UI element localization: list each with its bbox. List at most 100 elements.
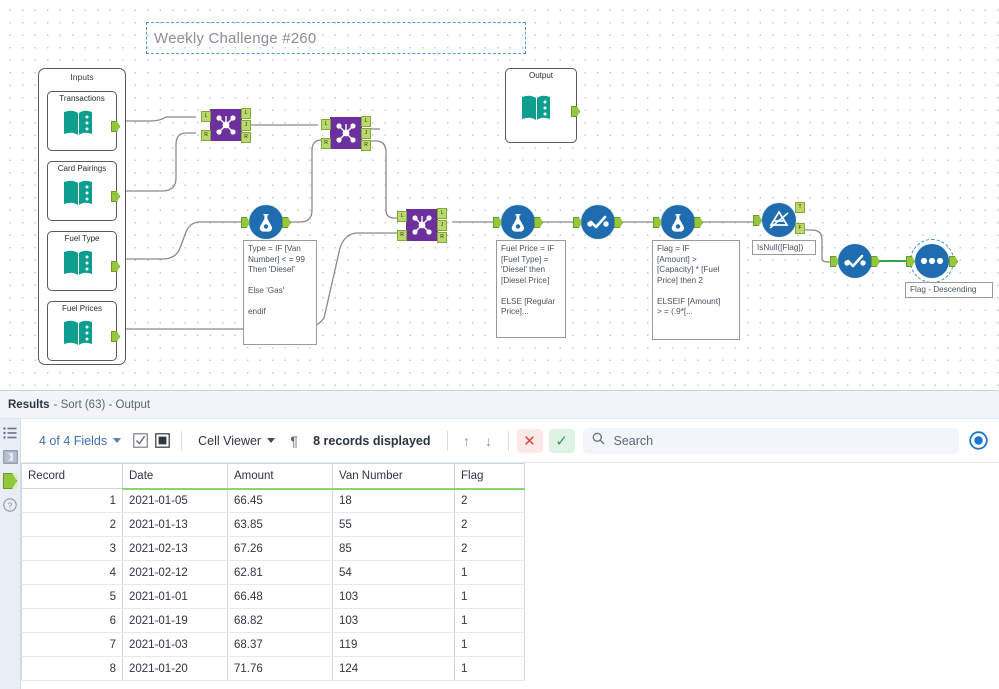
output-connector[interactable] <box>111 331 120 342</box>
input-connector[interactable] <box>830 256 839 267</box>
filter-tool[interactable]: T F <box>753 202 805 237</box>
join-out-r[interactable]: R <box>361 140 371 151</box>
table-row: 6 2021-01-19 68.82 103 1 <box>21 608 525 633</box>
inputs-container[interactable]: Inputs Transactions Card Pairings Fuel T… <box>38 68 126 365</box>
formula-annotation-3[interactable]: Flag = IF [Amount] > [Capacity] * [Fuel … <box>652 240 740 340</box>
deselect-all-fields-icon[interactable] <box>151 430 173 452</box>
scroll-down-icon[interactable]: ↓ <box>478 430 500 452</box>
join-out-j[interactable]: J <box>241 120 251 131</box>
join-port-r[interactable]: R <box>201 130 211 141</box>
input-node-label: Transactions <box>59 94 105 103</box>
join-tool-1[interactable]: L R L J R <box>201 108 251 143</box>
pilcrow-icon[interactable]: ¶ <box>283 430 305 452</box>
title-annotation-text: Weekly Challenge #260 <box>154 29 317 47</box>
join-out-j[interactable]: J <box>437 220 447 231</box>
table-row: 5 2021-01-01 66.48 103 1 <box>21 584 525 609</box>
input-connector[interactable] <box>493 217 502 228</box>
record-target-icon[interactable] <box>967 430 989 452</box>
input-connector[interactable] <box>653 217 662 228</box>
formula-tool-2[interactable] <box>493 205 543 239</box>
cell-viewer-dropdown[interactable]: Cell Viewer <box>190 434 283 448</box>
workflow-canvas[interactable]: Weekly Challenge #260 Inputs Transaction… <box>0 0 999 390</box>
cell-record: 7 <box>21 632 123 657</box>
join-port-r[interactable]: R <box>321 138 331 149</box>
input-node-fuel-type[interactable]: Fuel Type <box>47 231 120 291</box>
input-connector[interactable] <box>573 217 582 228</box>
output-connector[interactable] <box>111 191 120 202</box>
output-connector[interactable] <box>614 217 623 228</box>
cell-amount: 67.26 <box>227 536 333 561</box>
results-panel: Results - Sort (63) - Output ? 4 of 4 Fi… <box>0 390 999 689</box>
join-out-j[interactable]: J <box>361 128 371 139</box>
input-data-book-icon <box>62 318 96 348</box>
formula-annotation-1[interactable]: Type = IF [Van Number] < = 99 Then 'Dies… <box>243 240 317 345</box>
filter-port-false[interactable]: F <box>795 223 805 234</box>
formula-annotation-2[interactable]: Fuel Price = IF [Fuel Type] = 'Diesel' t… <box>496 240 566 338</box>
search-icon <box>592 432 605 450</box>
help-icon[interactable]: ? <box>2 497 18 513</box>
output-anchor-icon[interactable] <box>2 473 18 489</box>
input-data-book-icon <box>62 178 96 208</box>
output-data-book-icon <box>520 93 554 123</box>
search-box[interactable] <box>582 427 959 454</box>
join-out-r[interactable]: R <box>241 132 251 143</box>
input-node-transactions[interactable]: Transactions <box>47 91 120 151</box>
join-out-r[interactable]: R <box>437 232 447 243</box>
input-connector[interactable] <box>241 217 250 228</box>
select-tool-2[interactable] <box>830 244 880 278</box>
fields-dropdown[interactable]: 4 of 4 Fields <box>31 434 129 448</box>
output-connector[interactable] <box>534 217 543 228</box>
input-connector[interactable] <box>753 215 762 226</box>
cell-date: 2021-01-20 <box>122 656 228 681</box>
scroll-up-icon[interactable]: ↑ <box>456 430 478 452</box>
cell-record: 5 <box>21 584 123 609</box>
join-port-l[interactable]: L <box>201 111 211 122</box>
column-header-date[interactable]: Date <box>122 463 228 490</box>
output-connector[interactable] <box>571 106 580 117</box>
join-port-l[interactable]: L <box>397 211 407 222</box>
sort-annotation[interactable]: Flag - Descending <box>905 282 993 298</box>
join-out-l[interactable]: L <box>361 116 371 127</box>
table-body: 1 2021-01-05 66.45 18 2 2 2021-01-13 63.85 55 2 … <box>21 488 525 681</box>
output-connector[interactable] <box>111 261 120 272</box>
results-toolbar: 4 of 4 Fields Cell Viewer ¶ 8 records di… <box>21 419 999 463</box>
output-connector[interactable] <box>871 256 880 267</box>
output-connector[interactable] <box>111 121 120 132</box>
select-tool[interactable] <box>573 205 623 239</box>
select-all-fields-icon[interactable] <box>129 430 151 452</box>
input-node-card-pairings[interactable]: Card Pairings <box>47 161 120 221</box>
table-row: 3 2021-02-13 67.26 85 2 <box>21 536 525 561</box>
output-node-container[interactable]: Output <box>505 68 580 143</box>
input-connector[interactable] <box>906 256 915 267</box>
join-out-l[interactable]: L <box>241 108 251 119</box>
output-connector[interactable] <box>282 217 291 228</box>
join-tool-2[interactable]: L R L J R <box>321 116 371 151</box>
join-tool-3[interactable]: L R L J R <box>397 208 447 243</box>
output-connector[interactable] <box>694 217 703 228</box>
list-view-icon[interactable] <box>2 425 18 441</box>
filter-annotation[interactable]: IsNull([Flag]) <box>752 240 816 255</box>
sort-tool[interactable] <box>906 239 958 283</box>
column-header-flag[interactable]: Flag <box>454 463 525 490</box>
join-out-l[interactable]: L <box>437 208 447 219</box>
output-connector[interactable] <box>949 256 958 267</box>
filter-port-true[interactable]: T <box>795 202 805 213</box>
input-node-fuel-prices[interactable]: Fuel Prices <box>47 301 120 361</box>
search-input[interactable] <box>611 432 950 449</box>
column-header-van-number[interactable]: Van Number <box>332 463 455 490</box>
join-port-r[interactable]: R <box>397 230 407 241</box>
cell-record: 6 <box>21 608 123 633</box>
results-table-container[interactable]: Record Date Amount Van Number Flag 1 2021… <box>21 463 999 689</box>
panel-toggle-icon[interactable] <box>2 449 18 465</box>
table-row: 1 2021-01-05 66.45 18 2 <box>21 488 525 513</box>
title-annotation[interactable]: Weekly Challenge #260 <box>146 22 526 54</box>
column-header-record[interactable]: Record <box>21 463 123 489</box>
formula-tool-1[interactable] <box>241 205 291 239</box>
column-header-amount[interactable]: Amount <box>227 463 333 490</box>
formula-tool-3[interactable] <box>653 205 703 239</box>
accept-button[interactable]: ✓ <box>548 428 575 453</box>
join-port-l[interactable]: L <box>321 119 331 130</box>
cell-amount: 66.48 <box>227 584 333 609</box>
reject-button[interactable]: ✕ <box>516 428 543 453</box>
cell-record: 1 <box>21 488 123 513</box>
